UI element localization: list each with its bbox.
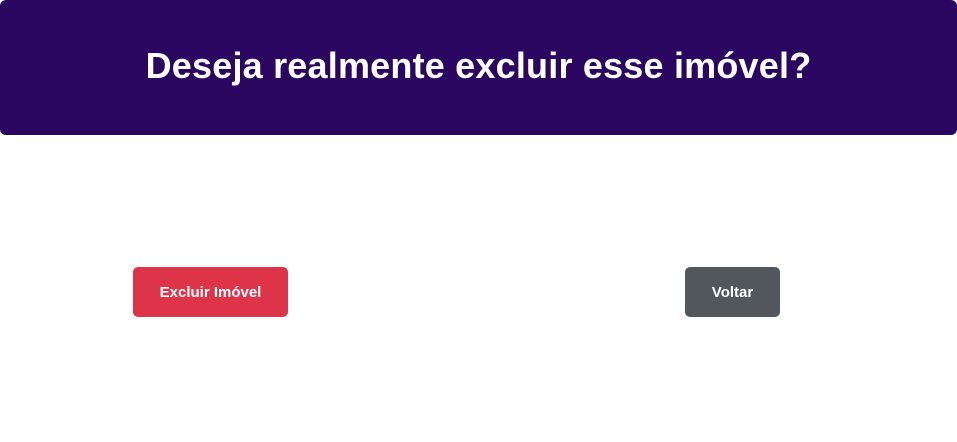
delete-confirmation-dialog: Deseja realmente excluir esse imóvel? Ex… xyxy=(0,0,957,442)
delete-property-button[interactable]: Excluir Imóvel xyxy=(133,267,288,317)
back-button[interactable]: Voltar xyxy=(685,267,780,317)
dialog-title: Deseja realmente excluir esse imóvel? xyxy=(145,44,812,86)
dialog-header: Deseja realmente excluir esse imóvel? xyxy=(0,0,957,135)
